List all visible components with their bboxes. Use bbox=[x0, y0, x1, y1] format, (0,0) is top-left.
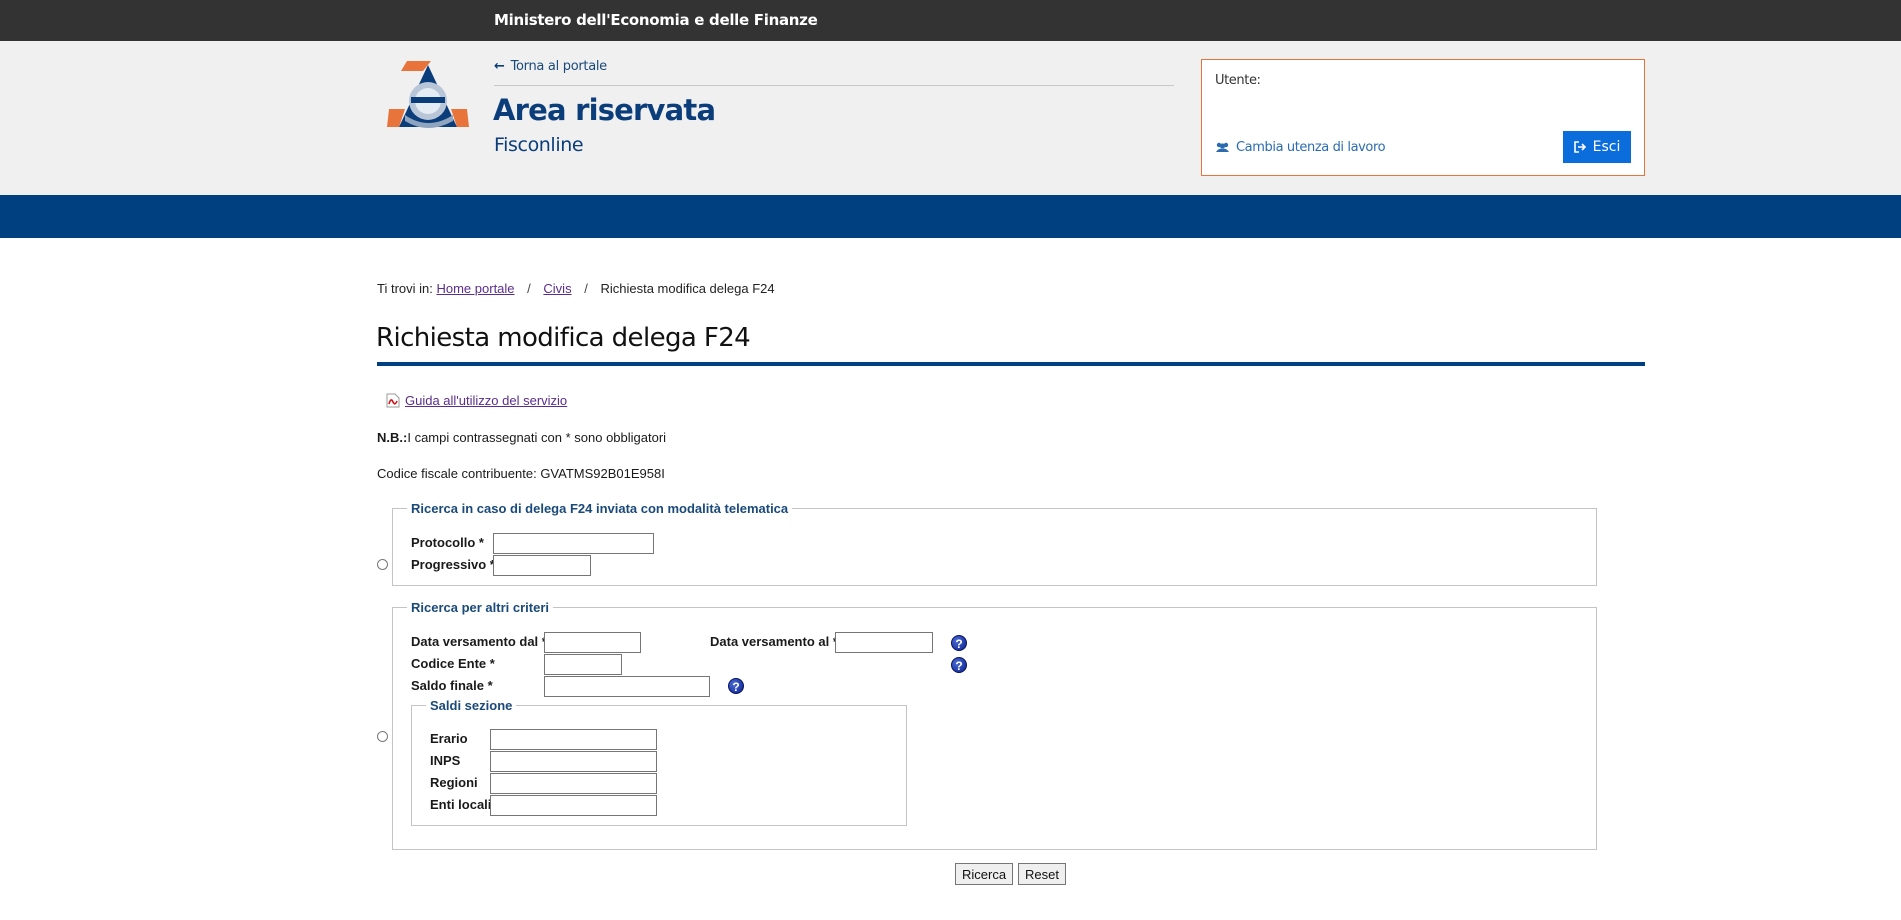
breadcrumb: Ti trovi in: Home portale / Civis / Rich… bbox=[377, 281, 775, 296]
radio-search-other[interactable] bbox=[377, 731, 388, 742]
sign-out-icon bbox=[1573, 141, 1586, 153]
user-panel: Utente: Cambia utenza di lavoro Esci bbox=[1201, 59, 1645, 176]
guide: Guida all'utilizzo del servizio bbox=[386, 393, 567, 408]
protocollo-input[interactable] bbox=[493, 533, 654, 554]
codice-ente-label: Codice Ente * bbox=[411, 656, 495, 671]
search-button[interactable]: Ricerca bbox=[955, 863, 1014, 885]
pdf-icon bbox=[386, 393, 400, 408]
erario-input[interactable] bbox=[490, 729, 657, 750]
erario-label: Erario bbox=[430, 731, 468, 746]
back-link-label: Torna al portale bbox=[510, 59, 608, 74]
breadcrumb-current: Richiesta modifica delega F24 bbox=[600, 281, 775, 296]
header: ← Torna al portale Area riservata Fisconl… bbox=[0, 41, 1901, 195]
legend-saldi-sezione: Saldi sezione bbox=[430, 698, 513, 713]
required-note-text: I campi contrassegnati con * sono obblig… bbox=[407, 430, 667, 445]
change-user-label: Cambia utenza di lavoro bbox=[1236, 140, 1386, 155]
top-bar: Ministero dell'Economia e delle Finanze bbox=[0, 0, 1901, 41]
regioni-label: Regioni bbox=[430, 775, 478, 790]
breadcrumb-separator: / bbox=[527, 281, 531, 296]
page-title: Richiesta modifica delega F24 bbox=[376, 323, 751, 353]
enti-locali-label: Enti locali bbox=[430, 797, 492, 812]
data-al-input[interactable] bbox=[835, 632, 933, 653]
area-subtitle: Fisconline bbox=[494, 134, 584, 156]
back-to-portal-link[interactable]: ← Torna al portale bbox=[494, 59, 607, 74]
codice-fiscale: Codice fiscale contribuente: GVATMS92B01… bbox=[377, 466, 665, 481]
legend-other: Ricerca per altri criteri bbox=[411, 600, 550, 615]
breadcrumb-separator: / bbox=[584, 281, 588, 296]
header-divider bbox=[494, 85, 1174, 86]
data-dal-input[interactable] bbox=[544, 632, 641, 653]
area-title: Area riservata bbox=[493, 93, 716, 127]
arrow-left-icon: ← bbox=[494, 59, 505, 74]
required-note: N.B.:I campi contrassegnati con * sono o… bbox=[377, 430, 666, 445]
logout-label: Esci bbox=[1592, 139, 1621, 155]
progressivo-label: Progressivo * bbox=[411, 557, 495, 572]
blue-band bbox=[0, 195, 1901, 238]
agenzia-entrate-logo[interactable] bbox=[387, 57, 469, 131]
logout-button[interactable]: Esci bbox=[1563, 131, 1631, 163]
codice-ente-input[interactable] bbox=[544, 654, 622, 675]
data-al-label: Data versamento al * bbox=[710, 634, 838, 649]
progressivo-input[interactable] bbox=[493, 555, 591, 576]
radio-search-telematic[interactable] bbox=[377, 559, 388, 570]
reset-button[interactable]: Reset bbox=[1018, 863, 1066, 885]
data-dal-label: Data versamento dal * bbox=[411, 634, 547, 649]
inps-input[interactable] bbox=[490, 751, 657, 772]
saldo-finale-input[interactable] bbox=[544, 676, 710, 697]
change-user-link[interactable]: Cambia utenza di lavoro bbox=[1215, 140, 1386, 155]
breadcrumb-home-link[interactable]: Home portale bbox=[436, 281, 514, 296]
help-icon[interactable]: ? bbox=[951, 657, 967, 673]
guide-link[interactable]: Guida all'utilizzo del servizio bbox=[405, 393, 567, 408]
users-icon bbox=[1216, 142, 1229, 152]
protocollo-label: Protocollo * bbox=[411, 535, 484, 550]
breadcrumb-prefix: Ti trovi in: bbox=[377, 281, 433, 296]
ministry-name: Ministero dell'Economia e delle Finanze bbox=[494, 11, 818, 29]
enti-locali-input[interactable] bbox=[490, 795, 657, 816]
required-note-bold: N.B.: bbox=[377, 430, 408, 445]
breadcrumb-civis-link[interactable]: Civis bbox=[543, 281, 571, 296]
regioni-input[interactable] bbox=[490, 773, 657, 794]
saldo-finale-label: Saldo finale * bbox=[411, 678, 493, 693]
inps-label: INPS bbox=[430, 753, 461, 768]
legend-telematic: Ricerca in caso di delega F24 inviata co… bbox=[411, 501, 789, 516]
help-icon[interactable]: ? bbox=[728, 678, 744, 694]
help-icon[interactable]: ? bbox=[951, 635, 967, 651]
user-label: Utente: bbox=[1215, 73, 1261, 88]
title-rule bbox=[377, 362, 1645, 366]
